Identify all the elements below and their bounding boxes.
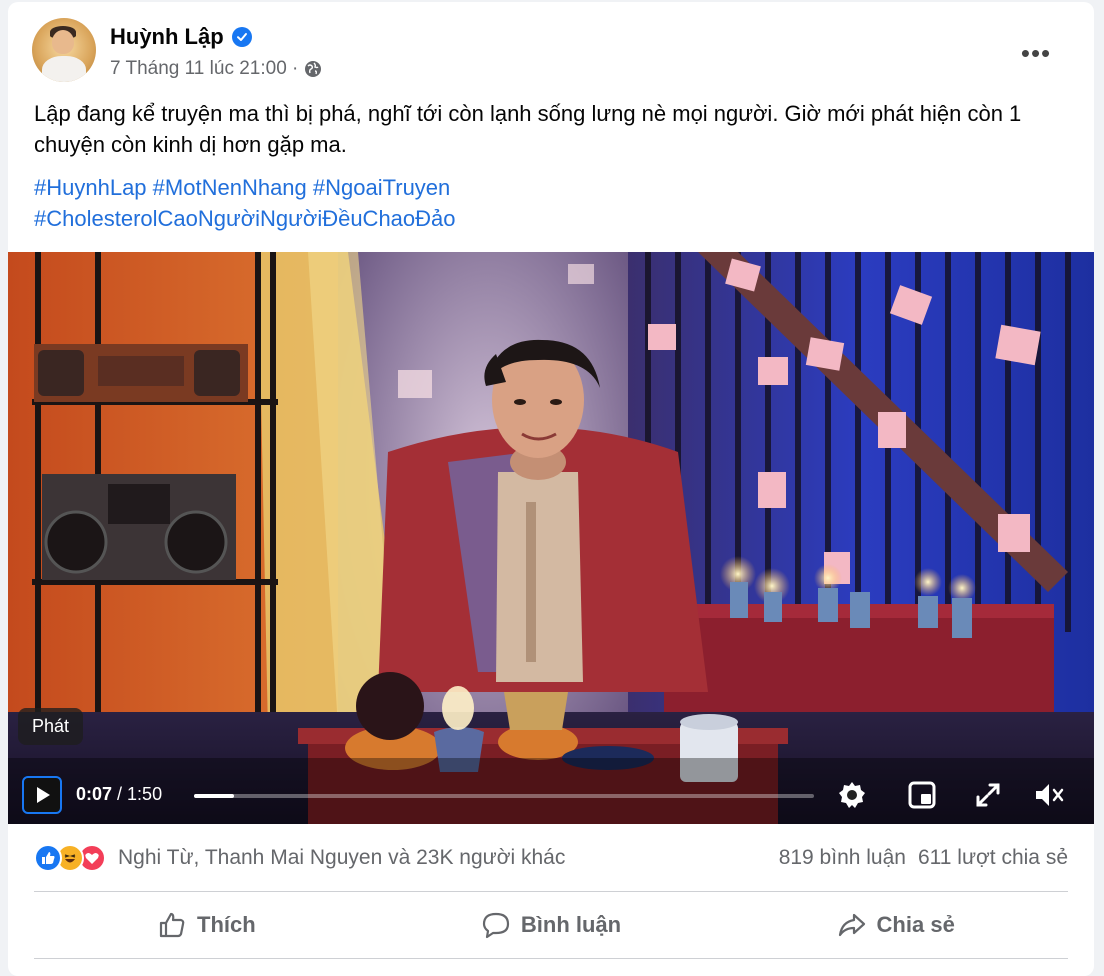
globe-icon bbox=[305, 61, 322, 77]
share-count[interactable]: 611 lượt chia sẻ bbox=[918, 846, 1068, 870]
fullscreen-icon bbox=[976, 783, 1000, 807]
more-options-button[interactable]: ••• bbox=[1016, 38, 1056, 68]
reaction-stats: Nghi Từ, Thanh Mai Nguyen và 23K người k… bbox=[34, 840, 1068, 876]
current-time: 0:07 bbox=[76, 784, 113, 804]
reactors-text[interactable]: Nghi Từ, Thanh Mai Nguyen và 23K người k… bbox=[118, 846, 565, 870]
settings-button[interactable] bbox=[834, 778, 870, 812]
hashtag-link[interactable]: #HuynhLap bbox=[34, 175, 147, 200]
share-button[interactable]: Chia sẻ bbox=[723, 895, 1068, 955]
time-separator: / bbox=[112, 784, 128, 804]
comment-button[interactable]: Bình luận bbox=[379, 895, 724, 955]
video-player[interactable]: Phát 0:07 / 1:50 bbox=[8, 252, 1094, 824]
like-button[interactable]: Thích bbox=[34, 895, 379, 955]
video-progress-bar[interactable] bbox=[194, 794, 814, 798]
engagement-counts: 819 bình luận 611 lượt chia sẻ bbox=[779, 846, 1068, 870]
hashtag-link[interactable]: #NgoaiTruyen bbox=[313, 175, 450, 200]
fullscreen-button[interactable] bbox=[970, 778, 1006, 812]
play-button[interactable] bbox=[22, 776, 62, 814]
divider bbox=[34, 891, 1068, 892]
mute-icon bbox=[1036, 784, 1064, 806]
share-label: Chia sẻ bbox=[876, 912, 955, 937]
post-text: Lập đang kể truyện ma thì bị phá, nghĩ t… bbox=[34, 101, 1022, 157]
hashtag-link[interactable]: #MotNenNhang bbox=[153, 175, 307, 200]
author-avatar[interactable] bbox=[32, 18, 96, 82]
mute-button[interactable] bbox=[1032, 778, 1068, 812]
author-row: Huỳnh Lập bbox=[110, 24, 252, 50]
like-label: Thích bbox=[197, 912, 256, 937]
post-meta: 7 Tháng 11 lúc 21:00 · bbox=[110, 58, 322, 80]
miniplayer-icon bbox=[908, 781, 936, 809]
comment-icon bbox=[482, 912, 509, 939]
action-bar: Thích Bình luận Chia sẻ bbox=[34, 895, 1068, 955]
video-frame bbox=[8, 252, 1094, 824]
video-progress-fill bbox=[194, 794, 234, 798]
hashtags: #HuynhLap #MotNenNhang #NgoaiTruyen #Cho… bbox=[34, 172, 1074, 234]
thumbs-up-icon bbox=[159, 912, 185, 938]
play-tooltip: Phát bbox=[18, 708, 84, 745]
duration: 1:50 bbox=[127, 784, 163, 804]
miniplayer-button[interactable] bbox=[904, 778, 940, 812]
post-timestamp[interactable]: 7 Tháng 11 lúc 21:00 · bbox=[110, 58, 298, 80]
play-icon bbox=[37, 787, 50, 803]
reaction-icons[interactable] bbox=[34, 844, 106, 872]
settings-icon bbox=[839, 782, 865, 808]
author-name[interactable]: Huỳnh Lập bbox=[110, 24, 224, 50]
hashtag-link[interactable]: #CholesterolCaoNgườiNgườiĐềuChaoĐảo bbox=[34, 206, 456, 231]
comment-count[interactable]: 819 bình luận bbox=[779, 846, 906, 870]
video-time: 0:07 / 1:50 bbox=[76, 784, 162, 805]
divider bbox=[34, 958, 1068, 959]
like-reaction-icon bbox=[34, 844, 62, 872]
post-header: Huỳnh Lập 7 Tháng 11 lúc 21:00 · ••• bbox=[8, 2, 1094, 92]
video-controls: 0:07 / 1:50 bbox=[8, 758, 1094, 824]
post-card: Huỳnh Lập 7 Tháng 11 lúc 21:00 · ••• Lập… bbox=[8, 2, 1094, 976]
verified-badge-icon bbox=[231, 27, 252, 47]
comment-label: Bình luận bbox=[520, 912, 622, 937]
share-icon bbox=[838, 913, 865, 937]
